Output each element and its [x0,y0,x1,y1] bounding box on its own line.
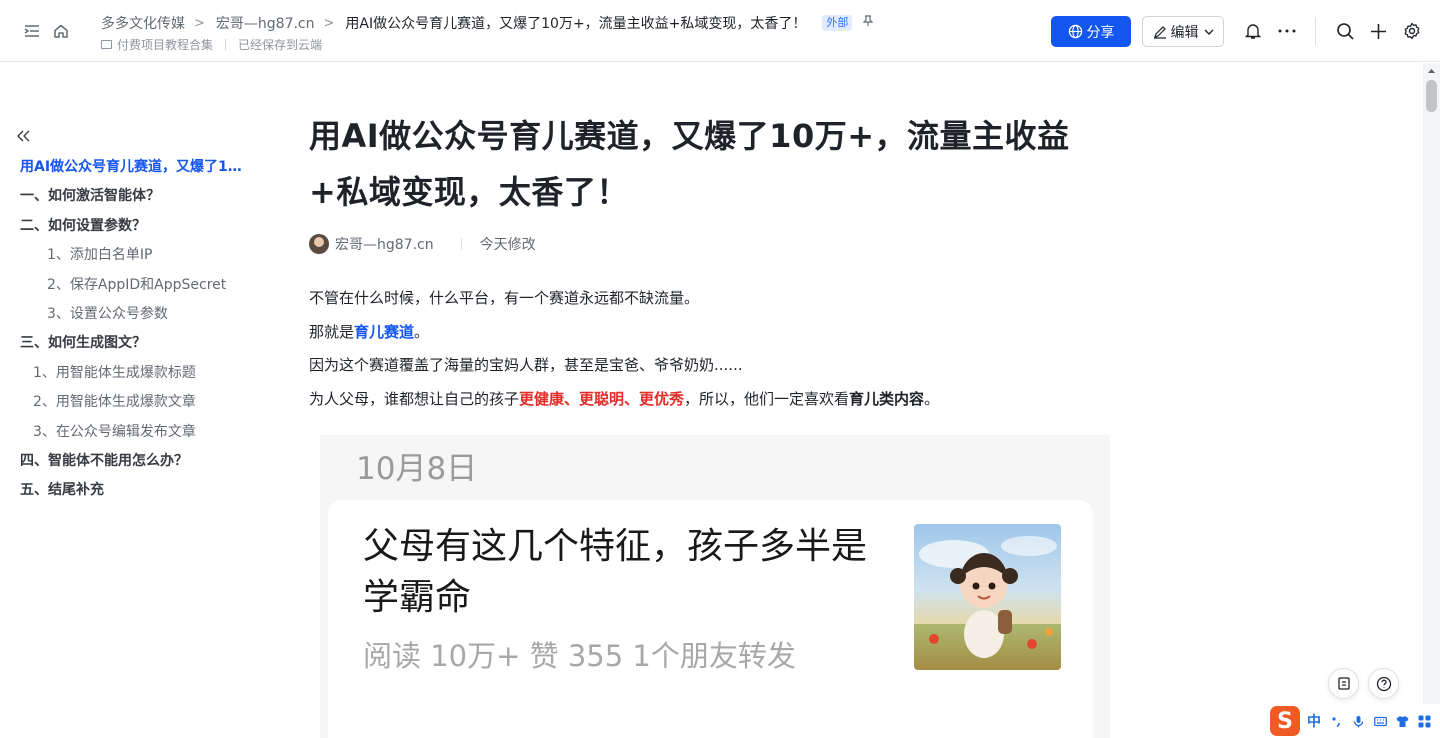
doc-body: 不管在什么时候，什么平台，有一个赛道永远都不缺流量。 那就是育儿赛道。 因为这个… [309,282,1109,416]
toc-item-appid[interactable]: 2、保存AppID和AppSecret [20,271,245,300]
toc-item-troubleshoot[interactable]: 四、智能体不能用怎么办？ [20,447,245,476]
breadcrumb-current-doc: 用AI做公众号育儿赛道，又爆了10万+，流量主收益+私域变现，太香了！ [345,16,807,32]
highlight-text: 育儿赛道 [354,322,415,341]
girl-thumbnail-image [914,524,1061,670]
bell-icon[interactable] [1240,18,1266,44]
help-icon[interactable] [1368,668,1399,699]
scrollbar-thumb[interactable] [1426,80,1437,112]
paragraph[interactable]: 不管在什么时候，什么平台，有一个赛道永远都不缺流量。 [309,282,1109,316]
image-stats: 阅读 10万+ 赞 355 1个朋友转发 [363,639,796,673]
vertical-scrollbar[interactable] [1423,63,1440,738]
collapse-outline-icon[interactable] [15,127,35,147]
share-button[interactable]: 分享 [1051,16,1131,47]
doc-title[interactable]: 用AI做公众号育儿赛道，又爆了10万+，流量主收益+私域变现，太香了！ [309,108,1109,220]
folder-icon [101,40,112,49]
outline-toc: 用AI做公众号育儿赛道，又爆了10万+，流量主收益+私域变现，太香了！ 一、如何… [20,153,245,506]
image-date: 10月8日 [356,451,478,487]
globe-icon [1068,24,1082,39]
paragraph[interactable]: 那就是育儿赛道。 [309,316,1109,350]
doc-meta: 宏哥—hg87.cn 今天修改 [309,232,1109,256]
toc-item-gen-article[interactable]: 2、用智能体生成爆款文章 [20,388,245,417]
punctuation-icon[interactable] [1330,715,1343,728]
author-name[interactable]: 宏哥—hg87.cn [335,234,434,254]
edit-button[interactable]: 编辑 [1142,16,1224,47]
toc-item-whitelist[interactable]: 1、添加白名单IP [20,241,245,270]
toc-item-params[interactable]: 二、如何设置参数？ [20,212,245,241]
toc-item-title[interactable]: 用AI做公众号育儿赛道，又爆了10万+，流量主收益+私域变现，太香了！ [20,153,245,182]
avatar[interactable] [309,234,329,254]
doc-content: 用AI做公众号育儿赛道，又爆了10万+，流量主收益+私域变现，太香了！ 宏哥—h… [309,108,1109,416]
skin-shirt-icon[interactable] [1396,715,1409,728]
ime-mode-label[interactable]: 中 [1307,711,1321,731]
external-tag: 外部 [822,15,853,31]
toggle-sidebar-icon[interactable] [19,18,45,44]
toc-item-activate[interactable]: 一、如何激活智能体？ [20,182,245,211]
breadcrumb-space[interactable]: 多多文化传媒 [101,13,185,33]
chevron-down-icon [1204,29,1213,35]
top-bar: 多多文化传媒 > 宏哥—hg87.cn > 用AI做公众号育儿赛道，又爆了10万… [0,0,1440,62]
toc-item-ending[interactable]: 五、结尾补充 [20,476,245,505]
toc-item-account-params[interactable]: 3、设置公众号参数 [20,300,245,329]
modified-time: 今天修改 [479,237,536,253]
toc-item-publish[interactable]: 3、在公众号编辑发布文章 [20,418,245,447]
keyboard-icon[interactable] [1374,715,1387,728]
doc-helper-icon[interactable] [1328,668,1359,699]
home-icon[interactable] [48,18,74,44]
search-icon[interactable] [1332,18,1358,44]
highlight-text: 更健康、更聪明、更优秀 [519,389,685,408]
sub-location[interactable]: 付费项目教程合集 [117,36,213,53]
bold-text: 育儿类内容 [849,389,925,408]
more-icon[interactable] [1274,18,1300,44]
scroll-up-icon[interactable] [1423,65,1440,77]
settings-gear-icon[interactable] [1399,18,1425,44]
save-status: 已经保存到云端 [238,38,323,52]
article-screenshot-image[interactable]: 10月8日 父母有这几个特征，孩子多半是学霸命 阅读 10万+ 赞 355 1个… [320,435,1110,738]
toc-item-gen-title[interactable]: 1、用智能体生成爆款标题 [20,359,245,388]
paragraph[interactable]: 因为这个赛道覆盖了海量的宝妈人群，甚至是宝爸、爷爷奶奶...... [309,349,1109,383]
pin-icon[interactable] [862,15,874,31]
toc-item-generate[interactable]: 三、如何生成图文？ [20,329,245,358]
breadcrumb: 多多文化传媒 > 宏哥—hg87.cn > 用AI做公众号育儿赛道，又爆了10万… [101,13,874,33]
toolbox-grid-icon[interactable] [1418,715,1431,728]
pencil-icon [1153,25,1166,39]
microphone-icon[interactable] [1352,715,1365,728]
ime-toolbar[interactable]: S 中 [1270,704,1440,738]
paragraph[interactable]: 为人父母，谁都想让自己的孩子更健康、更聪明、更优秀，所以，他们一定喜欢看育儿类内… [309,383,1109,417]
doc-location: 付费项目教程合集 已经保存到云端 [101,36,322,53]
sogou-logo-icon[interactable]: S [1270,706,1300,736]
image-headline: 父母有这几个特征，孩子多半是学霸命 [363,526,868,618]
breadcrumb-folder[interactable]: 宏哥—hg87.cn [216,13,315,33]
chevron-right-icon: > [194,15,205,31]
plus-icon[interactable] [1365,18,1391,44]
chevron-right-icon: > [323,15,335,31]
